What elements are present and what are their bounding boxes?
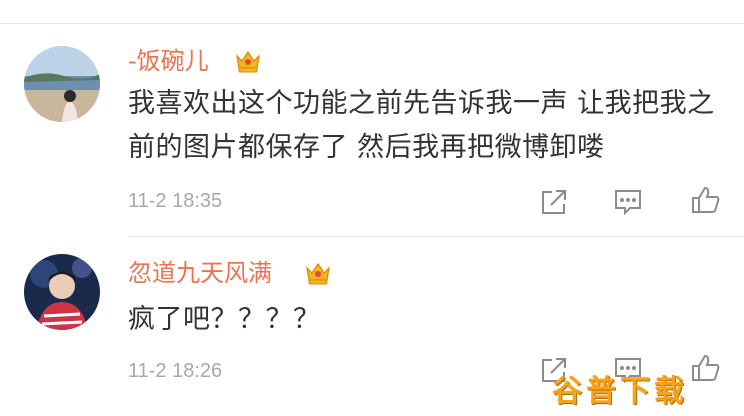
watermark: 谷普下载	[552, 374, 688, 409]
username[interactable]: 忽道九天风满	[128, 258, 272, 288]
crown-icon	[304, 260, 332, 286]
avatar[interactable]	[24, 254, 100, 330]
like-icon[interactable]	[690, 352, 722, 384]
comment-item: 忽道九天风满 疯了吧？？？？ 11-2 18:26	[0, 0, 744, 416]
timestamp: 11-2 18:26	[128, 360, 223, 382]
comment-text: 疯了吧？？？？	[128, 304, 321, 335]
